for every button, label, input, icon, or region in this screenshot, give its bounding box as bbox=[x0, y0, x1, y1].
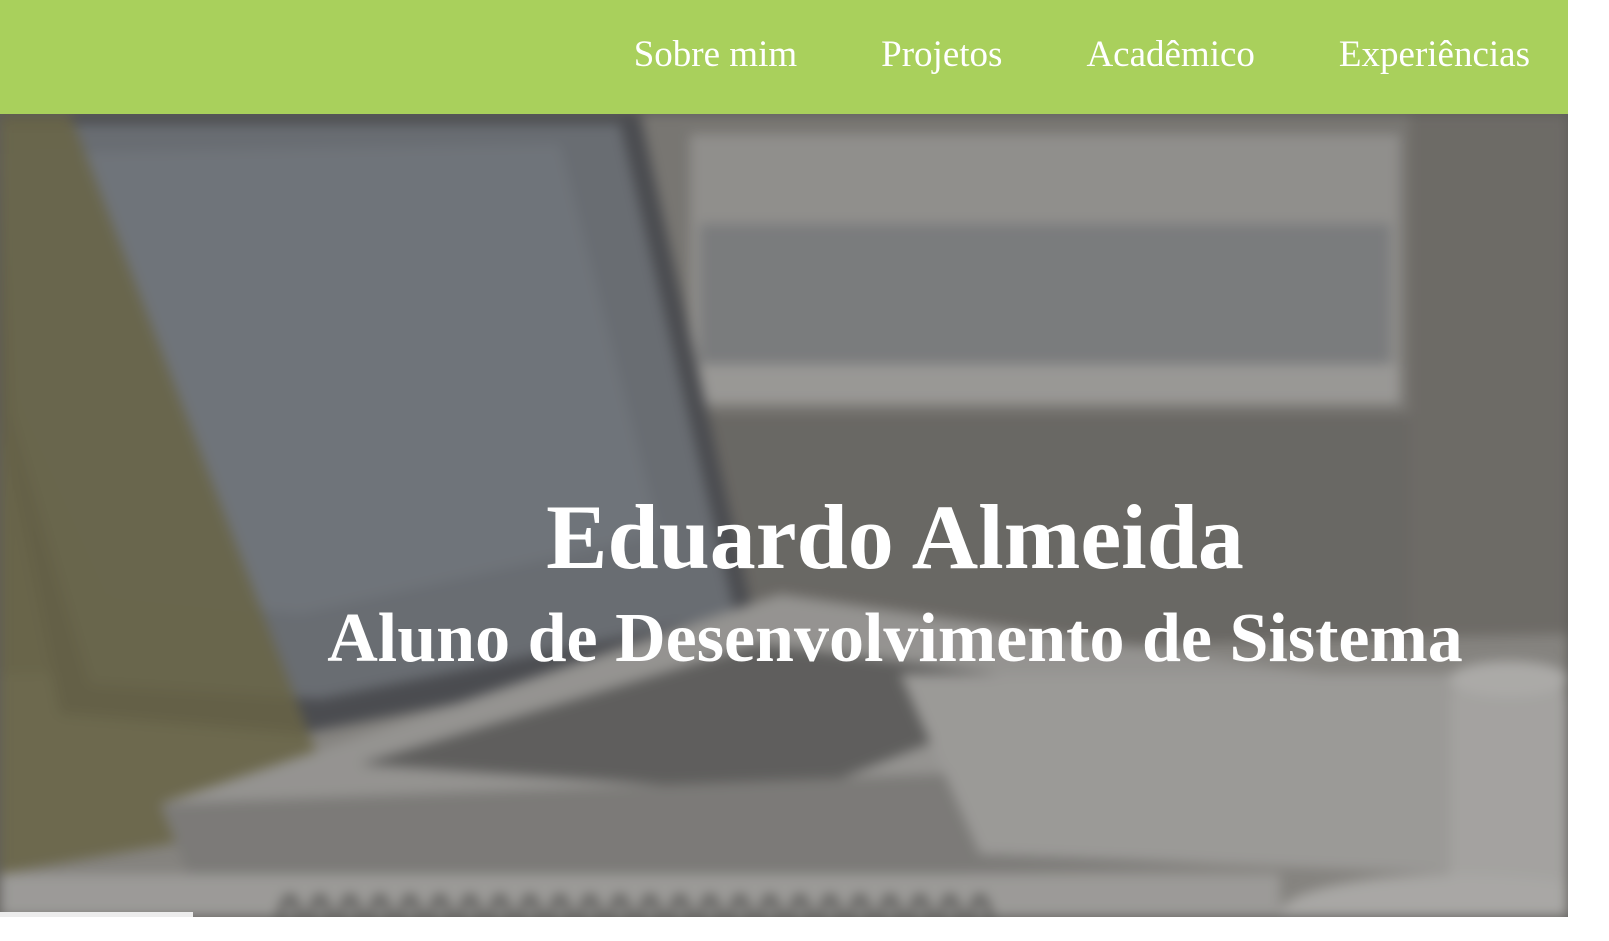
horizontal-scrollbar-thumb[interactable] bbox=[0, 912, 193, 917]
nav-link-experiencias[interactable]: Experiências bbox=[1339, 36, 1530, 73]
page: Sobre mim Projetos Acadêmico Experiência… bbox=[0, 0, 1609, 941]
nav-link-projetos[interactable]: Projetos bbox=[881, 36, 1002, 73]
hero-section: Eduardo Almeida Aluno de Desenvolvimento… bbox=[0, 114, 1568, 917]
nav-link-academico[interactable]: Acadêmico bbox=[1086, 36, 1254, 73]
top-navbar: Sobre mim Projetos Acadêmico Experiência… bbox=[0, 0, 1568, 114]
page-bottom-edge bbox=[0, 917, 1609, 941]
page-right-edge bbox=[1568, 0, 1609, 941]
hero-name-heading: Eduardo Almeida bbox=[546, 486, 1244, 588]
main-nav: Sobre mim Projetos Acadêmico Experiência… bbox=[634, 0, 1568, 114]
hero-role-subheading: Aluno de Desenvolvimento de Sistema bbox=[327, 600, 1463, 677]
nav-link-sobre-mim[interactable]: Sobre mim bbox=[634, 36, 797, 73]
